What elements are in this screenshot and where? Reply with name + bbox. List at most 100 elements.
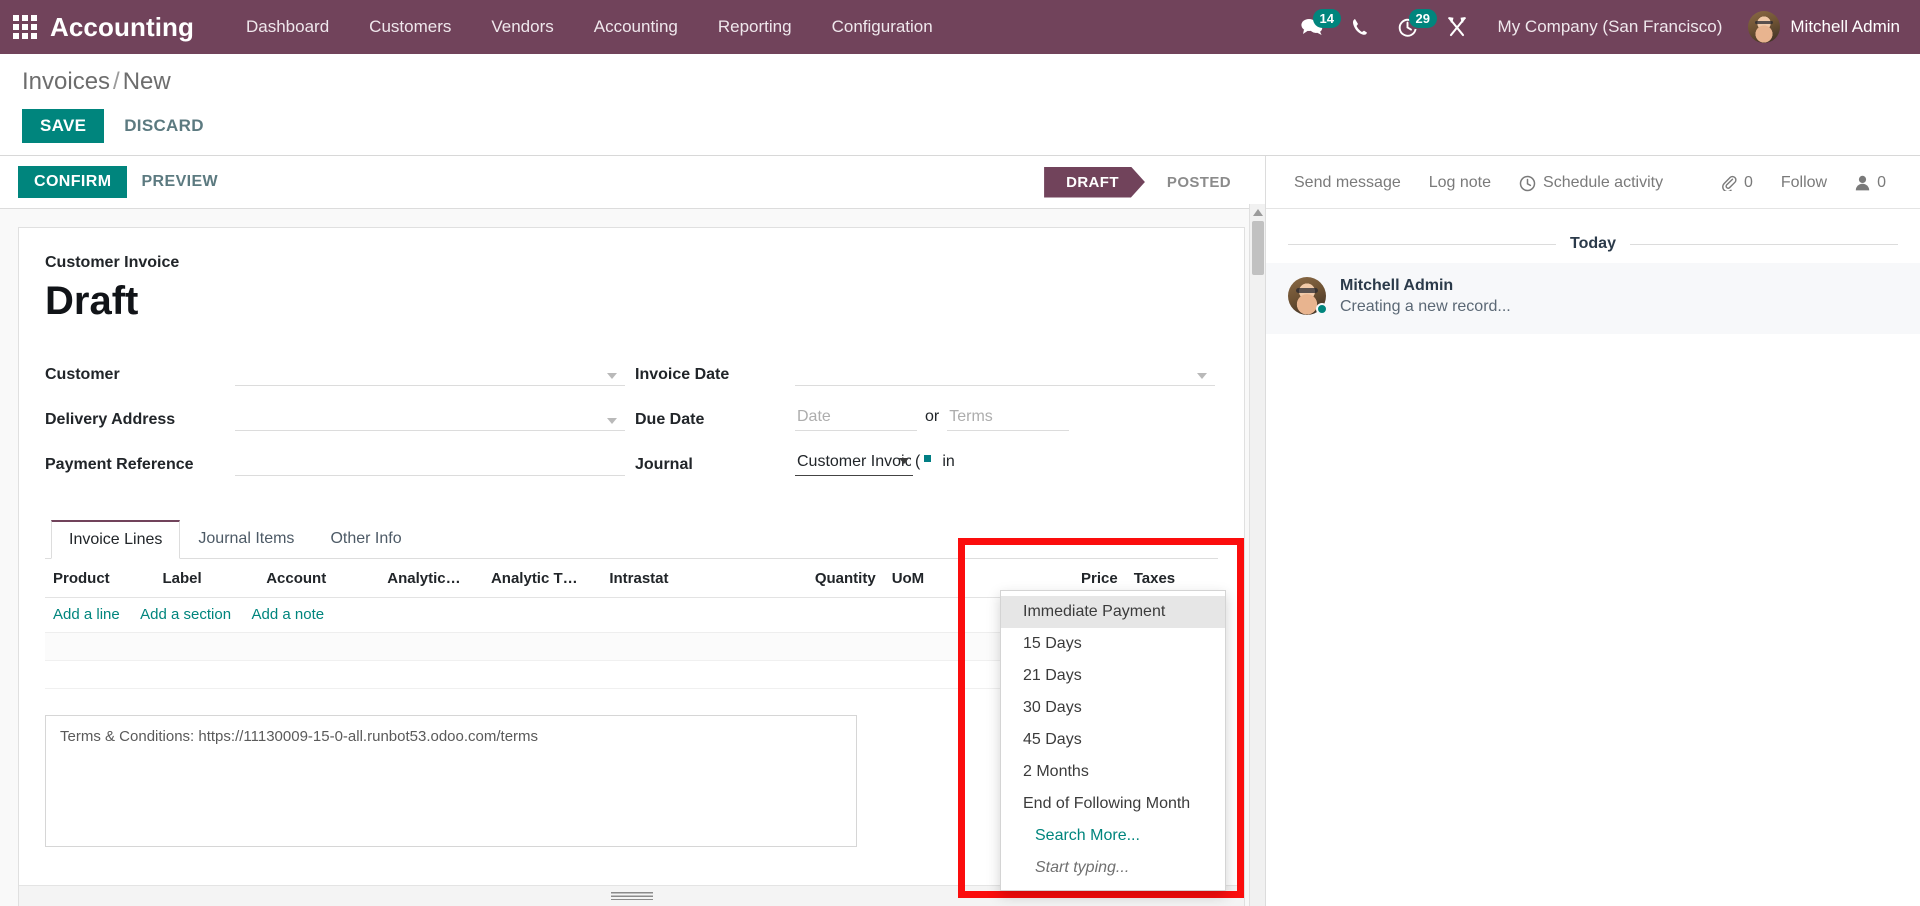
app-name[interactable]: Accounting [50,12,194,43]
followers-count: 0 [1877,174,1886,191]
dropdown-option-30-days[interactable]: 30 Days [1001,692,1225,724]
phone-button[interactable] [1337,11,1383,43]
label-payment-reference: Payment Reference [45,456,194,473]
menu-item-customers[interactable]: Customers [349,9,471,45]
tab-journal-items[interactable]: Journal Items [180,520,312,559]
log-note-button[interactable]: Log note [1415,170,1505,196]
terms-and-conditions-box[interactable]: Terms & Conditions: https://11130009-15-… [45,715,857,847]
column-label: Label [154,559,259,598]
form-column-left: Customer Delivery Address Payment Refere… [45,350,625,485]
required-indicator [924,454,932,462]
form-subtitle: Customer Invoice [45,254,180,271]
save-button[interactable]: SAVE [22,109,105,143]
schedule-activity-label: Schedule activity [1543,174,1664,191]
divider-line-right [1629,243,1898,245]
notebook-tabs: Invoice Lines Journal Items Other Info [45,519,1218,559]
due-date-input[interactable] [795,405,917,431]
customer-input[interactable] [235,360,625,386]
activities-button[interactable]: 29 [1383,8,1438,44]
message-content: Mitchell Admin Creating a new record... [1340,277,1511,316]
debug-button[interactable] [1432,10,1482,44]
menu-item-accounting[interactable]: Accounting [574,9,698,45]
field-payment-reference [235,450,625,476]
column-analytic-tags: Analytic T… [482,559,602,598]
followers-button[interactable]: 0 [1843,170,1898,196]
menu-item-vendors[interactable]: Vendors [471,9,573,45]
schedule-activity-button[interactable]: Schedule activity [1505,170,1677,196]
form-scrollbar[interactable] [1249,204,1265,906]
payment-terms-input[interactable] [947,405,1070,431]
tab-other-info[interactable]: Other Info [312,520,419,559]
breadcrumb-separator: / [113,68,120,95]
payment-reference-input[interactable] [235,450,625,476]
top-navbar: Accounting Dashboard Customers Vendors A… [0,0,1920,54]
dropdown-option-15-days[interactable]: 15 Days [1001,628,1225,660]
field-row-invoice-date: Invoice Date [635,350,1215,386]
breadcrumb-invoices[interactable]: Invoices [22,68,110,95]
discard-button[interactable]: DISCARD [108,109,220,143]
payment-terms-dropdown[interactable]: Immediate Payment 15 Days 21 Days 30 Day… [1000,590,1226,891]
delivery-address-input[interactable] [235,405,625,431]
label-customer: Customer [45,366,120,383]
field-row-journal: Journal ( in [635,440,1215,476]
add-a-line-link[interactable]: Add a line [53,606,120,623]
user-icon [1855,175,1870,191]
scrollbar-thumb[interactable] [1251,221,1264,275]
send-message-label: Send message [1294,174,1401,191]
grip-icon[interactable] [610,892,653,901]
scroll-up-icon[interactable] [1252,209,1263,216]
menu-item-configuration[interactable]: Configuration [812,9,953,45]
column-quantity: Quantity [774,559,884,598]
journal-in-label: in [942,452,955,470]
attachment-count: 0 [1743,174,1753,191]
user-menu[interactable]: Mitchell Admin [1738,7,1906,47]
record-buttons: SAVE DISCARD [22,109,1898,143]
field-row-payment-reference: Payment Reference [45,440,625,476]
dropdown-option-21-days[interactable]: 21 Days [1001,660,1225,692]
paperclip-icon [1722,175,1737,191]
journal-input[interactable] [795,450,913,476]
divider-line-left [1288,243,1557,245]
clock-icon [1519,175,1536,191]
preview-button[interactable]: PREVIEW [127,166,232,198]
messages-button[interactable]: 14 [1287,9,1342,43]
add-a-note-link[interactable]: Add a note [252,606,325,623]
user-name: Mitchell Admin [1790,17,1900,36]
chatter-stats: 0 Follow 0 [1709,170,1898,196]
follow-button[interactable]: Follow [1769,170,1839,196]
status-step-draft[interactable]: DRAFT [1044,167,1145,198]
menu-item-reporting[interactable]: Reporting [698,9,812,45]
log-note-label: Log note [1428,174,1492,191]
form-column-right: Invoice Date Due Date or [635,350,1215,485]
dropdown-option-end-of-following-month[interactable]: End of Following Month [1001,788,1225,820]
or-label: or [925,407,940,425]
column-product: Product [45,559,155,598]
breadcrumb: Invoices / New [22,68,1898,96]
dropdown-option-45-days[interactable]: 45 Days [1001,724,1225,756]
dropdown-option-immediate-payment[interactable]: Immediate Payment [1001,596,1225,628]
attachments-button[interactable]: 0 [1709,170,1765,196]
add-a-section-link[interactable]: Add a section [140,606,231,623]
control-panel: Invoices / New SAVE DISCARD [0,54,1920,156]
tab-invoice-lines[interactable]: Invoice Lines [51,520,181,559]
confirm-button[interactable]: CONFIRM [18,166,128,198]
breadcrumb-current: New [122,68,171,95]
field-customer [235,360,625,386]
wrench-screwdriver-icon [1447,17,1466,37]
follow-label: Follow [1780,174,1828,191]
form-pane: CONFIRM PREVIEW DRAFT POSTED Customer In… [0,156,1266,906]
chevron-down-icon [899,458,909,464]
status-step-posted[interactable]: POSTED [1144,166,1251,198]
dropdown-option-2-months[interactable]: 2 Months [1001,756,1225,788]
main-menu: Dashboard Customers Vendors Accounting R… [226,9,953,45]
column-analytic: Analytic… [379,559,483,598]
dropdown-search-more-link[interactable]: Search More... [1001,820,1225,852]
avatar [1748,11,1781,43]
send-message-button[interactable]: Send message [1280,170,1415,196]
apps-grid-icon[interactable] [8,10,42,44]
menu-item-dashboard[interactable]: Dashboard [226,9,349,45]
company-switcher[interactable]: My Company (San Francisco) [1482,9,1739,45]
chatter-topbar: Send message Log note Schedule activity … [1266,156,1920,209]
column-intrastat: Intrastat [601,559,775,598]
invoice-date-input[interactable] [795,360,1215,386]
